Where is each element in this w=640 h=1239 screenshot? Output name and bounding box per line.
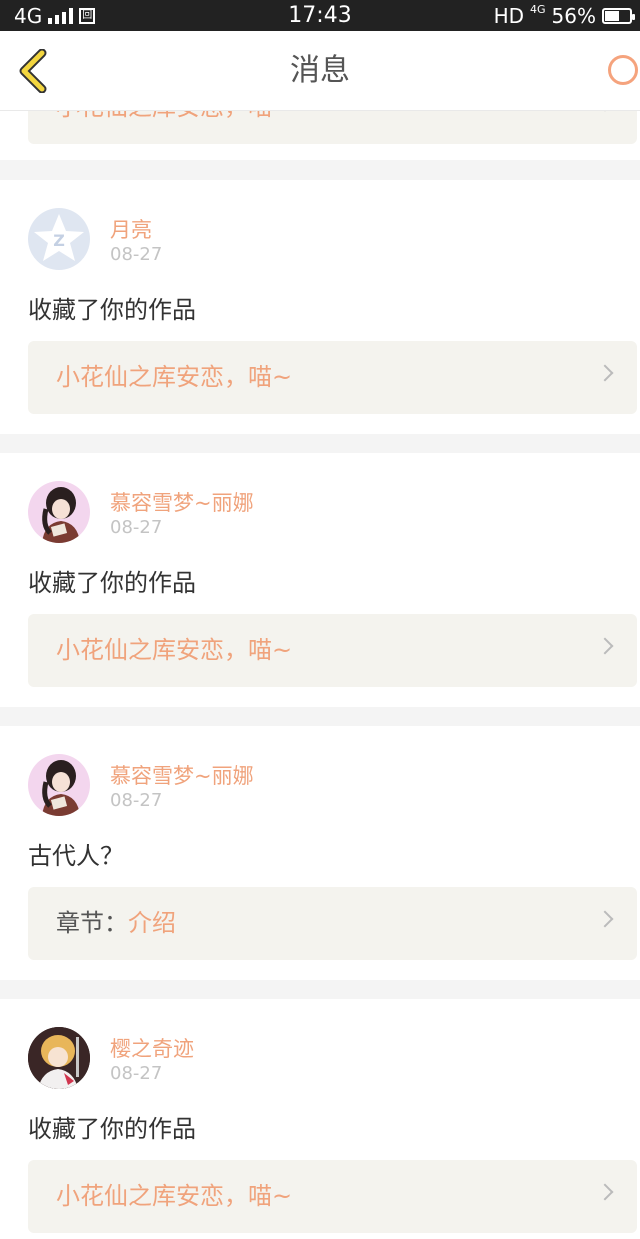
message-date: 08-27 <box>110 790 163 811</box>
battery-label: 56% <box>551 3 596 28</box>
network-small-label: 4G <box>530 3 546 16</box>
work-link[interactable]: 小花仙之库安恋，喵~ <box>28 111 637 144</box>
nav-bar: 消息 <box>0 31 640 111</box>
work-link-text: 小花仙之库安恋，喵~ <box>56 636 293 664</box>
chapter-link-text: 章节：介绍 <box>56 887 176 960</box>
chapter-link[interactable]: 章节：介绍 <box>28 887 637 960</box>
message-text: 收藏了你的作品 <box>28 569 196 597</box>
page-title: 消息 <box>290 53 350 88</box>
work-link-text: 小花仙之库安恋，喵~ <box>56 111 292 144</box>
work-link[interactable]: 小花仙之库安恋，喵~ <box>28 614 637 687</box>
message-card: 慕容雪梦~丽娜 08-27 收藏了你的作品 小花仙之库安恋，喵~ <box>0 453 640 707</box>
message-text: 古代人？ <box>28 842 124 870</box>
status-right: HD 4G 56% <box>493 0 635 31</box>
status-bar: 4G 回 17:43 HD 4G 56% <box>0 0 640 31</box>
username[interactable]: 樱之奇迹 <box>110 1033 194 1063</box>
user-avatar[interactable] <box>28 754 90 816</box>
hd-label: HD <box>493 3 525 28</box>
user-avatar[interactable] <box>28 481 90 543</box>
svg-text:Z: Z <box>53 231 65 250</box>
username[interactable]: 慕容雪梦~丽娜 <box>110 760 254 790</box>
chevron-right-icon <box>596 637 614 655</box>
message-card: 小花仙之库安恋，喵~ <box>0 111 640 160</box>
anime-girl-avatar-icon <box>42 487 80 543</box>
work-link-text: 小花仙之库安恋，喵~ <box>56 1182 293 1210</box>
chevron-right-icon <box>596 364 614 382</box>
message-date: 08-27 <box>110 517 163 538</box>
work-link-text: 小花仙之库安恋，喵~ <box>56 363 293 391</box>
chevron-right-icon <box>596 910 614 928</box>
chapter-link-prefix: 章节： <box>56 909 128 937</box>
message-text: 收藏了你的作品 <box>28 1115 196 1143</box>
anime-blonde-avatar-icon <box>28 1027 90 1089</box>
message-card: 樱之奇迹 08-27 收藏了你的作品 小花仙之库安恋，喵~ <box>0 999 640 1239</box>
username[interactable]: 慕容雪梦~丽娜 <box>110 487 254 517</box>
username[interactable]: 月亮 <box>110 214 152 244</box>
message-card: 慕容雪梦~丽娜 08-27 古代人？ 章节：介绍 <box>0 726 640 980</box>
battery-icon <box>602 7 635 24</box>
message-card: Z 月亮 08-27 收藏了你的作品 小花仙之库安恋，喵~ <box>0 180 640 434</box>
message-date: 08-27 <box>110 1063 163 1084</box>
anime-girl-avatar-icon <box>42 760 80 816</box>
chevron-right-icon <box>596 1183 614 1201</box>
work-link[interactable]: 小花仙之库安恋，喵~ <box>28 1160 637 1233</box>
message-list[interactable]: 小花仙之库安恋，喵~ Z 月亮 08-27 收藏了你的作品 小花仙之库安恋，喵~ <box>0 111 640 1239</box>
message-date: 08-27 <box>110 244 163 265</box>
user-avatar[interactable] <box>28 1027 90 1089</box>
message-text: 收藏了你的作品 <box>28 296 196 324</box>
user-avatar[interactable]: Z <box>28 208 90 270</box>
refresh-icon <box>608 55 638 85</box>
qq-default-avatar-icon: Z <box>34 214 84 261</box>
work-link[interactable]: 小花仙之库安恋，喵~ <box>28 341 637 414</box>
chapter-link-title: 介绍 <box>128 909 176 937</box>
refresh-button[interactable] <box>606 53 640 89</box>
